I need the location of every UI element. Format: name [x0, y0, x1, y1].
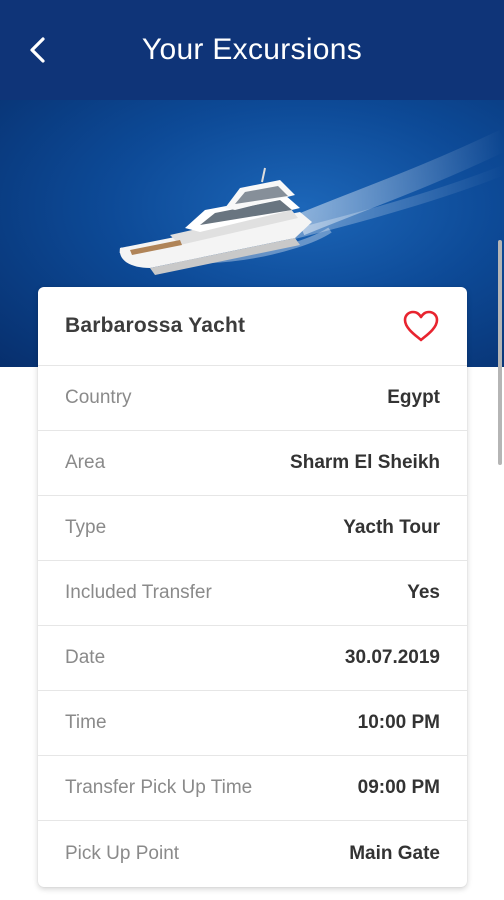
excursion-name: Barbarossa Yacht: [65, 314, 246, 337]
detail-value: Main Gate: [349, 842, 440, 864]
detail-value: 10:00 PM: [357, 712, 440, 733]
detail-value: 30.07.2019: [344, 647, 440, 668]
card-header: Barbarossa Yacht: [38, 287, 467, 366]
detail-row-type: Type Yacth Tour: [38, 496, 467, 561]
chevron-left-icon: [30, 37, 45, 63]
heart-outline-icon: [403, 310, 439, 342]
detail-label: Included Transfer: [65, 582, 212, 603]
detail-row-transfer-pickup-time: Transfer Pick Up Time 09:00 PM: [38, 756, 467, 821]
detail-row-date: Date 30.07.2019: [38, 626, 467, 691]
back-button[interactable]: [18, 28, 58, 72]
scrollbar[interactable]: [498, 240, 502, 465]
detail-value: Sharm El Sheikh: [290, 452, 440, 473]
detail-row-included-transfer: Included Transfer Yes: [38, 561, 467, 626]
detail-label: Type: [65, 517, 107, 538]
app-bar: Your Excursions: [0, 0, 504, 100]
detail-label: Time: [65, 712, 107, 733]
detail-row-country: Country Egypt: [38, 366, 467, 431]
detail-row-time: Time 10:00 PM: [38, 691, 467, 756]
detail-value: Yes: [407, 582, 440, 603]
detail-value: Egypt: [387, 387, 440, 408]
page-title: Your Excursions: [141, 33, 363, 66]
detail-value: 09:00 PM: [357, 777, 440, 798]
detail-row-pickup-point: Pick Up Point Main Gate: [38, 821, 467, 886]
detail-label: Country: [65, 387, 132, 408]
favorite-button[interactable]: [401, 306, 441, 346]
detail-label: Pick Up Point: [65, 842, 180, 864]
detail-label: Date: [65, 647, 106, 668]
excursion-card: Barbarossa Yacht Country Egypt Area Shar…: [38, 287, 467, 887]
detail-value: Yacth Tour: [343, 517, 440, 538]
detail-row-area: Area Sharm El Sheikh: [38, 431, 467, 496]
detail-label: Area: [65, 452, 106, 473]
detail-label: Transfer Pick Up Time: [65, 777, 253, 798]
